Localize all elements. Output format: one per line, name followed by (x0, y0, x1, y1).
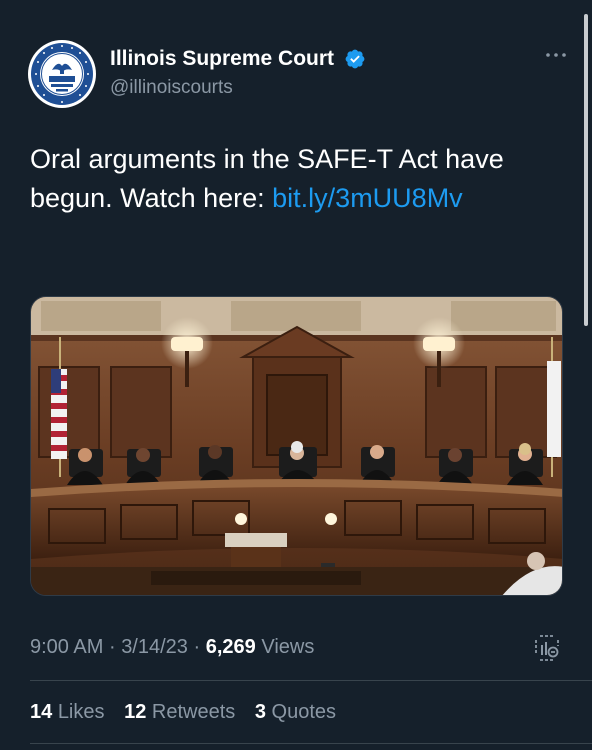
more-options-icon[interactable] (544, 50, 568, 60)
likes-stat[interactable]: 14 Likes (30, 701, 105, 723)
illinois-seal-icon (29, 41, 95, 107)
divider (30, 743, 592, 744)
tweet-stats: 14 Likes 12 Retweets 3 Quotes (30, 697, 350, 727)
tweet-meta: 9:00 AM · 3/14/23 · 6,269 Views (30, 632, 560, 662)
analytics-icon[interactable] (534, 634, 560, 662)
retweets-stat[interactable]: 12 Retweets (124, 701, 235, 723)
verified-badge-icon (346, 49, 365, 69)
tweet-link[interactable]: bit.ly/3mUU8Mv (272, 183, 463, 213)
retweets-count: 12 (124, 701, 147, 723)
author-display-name[interactable]: Illinois Supreme Court (110, 46, 334, 72)
views-count: 6,269 (205, 636, 256, 658)
meta-separator: · (108, 636, 116, 658)
quotes-label: Quotes (271, 701, 336, 723)
tweet-date[interactable]: 3/14/23 (121, 636, 188, 658)
tweet-text: Oral arguments in the SAFE-T Act have be… (30, 140, 550, 218)
quotes-count: 3 (254, 701, 266, 723)
author-names: Illinois Supreme Court @illinoiscourts (110, 46, 366, 100)
views-label: Views (261, 636, 315, 658)
likes-count: 14 (30, 701, 53, 723)
author-handle[interactable]: @illinoiscourts (110, 76, 366, 100)
divider (30, 680, 592, 681)
tweet-header: Illinois Supreme Court @illinoiscourts (28, 40, 568, 112)
quotes-stat[interactable]: 3 Quotes (255, 701, 336, 723)
meta-separator: · (193, 636, 201, 658)
avatar[interactable] (28, 40, 96, 108)
courtroom-photo (31, 297, 562, 595)
tweet-time[interactable]: 9:00 AM (30, 636, 103, 658)
tweet-media[interactable] (30, 296, 563, 596)
retweets-label: Retweets (151, 701, 236, 723)
scrollbar[interactable] (584, 14, 588, 326)
likes-label: Likes (57, 701, 105, 723)
